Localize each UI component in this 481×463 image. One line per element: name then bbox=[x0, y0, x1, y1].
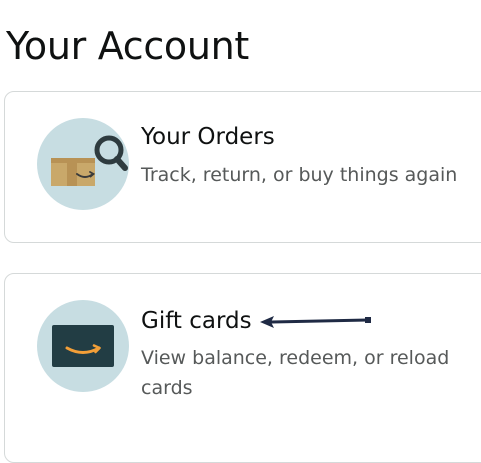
page-title: Your Account bbox=[6, 24, 250, 68]
annotation-arrow-icon bbox=[260, 316, 371, 328]
your-orders-title[interactable]: Your Orders bbox=[141, 122, 275, 152]
gift-cards-title[interactable]: Gift cards bbox=[141, 306, 252, 336]
your-orders-description: Track, return, or buy things again bbox=[141, 164, 458, 186]
gift-card-icon bbox=[37, 300, 129, 392]
gift-cards-card[interactable]: Gift cards View balance, redeem, or relo… bbox=[4, 273, 481, 463]
orders-icon bbox=[37, 118, 129, 210]
your-orders-card[interactable]: Your Orders Track, return, or buy things… bbox=[4, 91, 481, 243]
gift-cards-description: View balance, redeem, or reload cards bbox=[141, 347, 450, 399]
